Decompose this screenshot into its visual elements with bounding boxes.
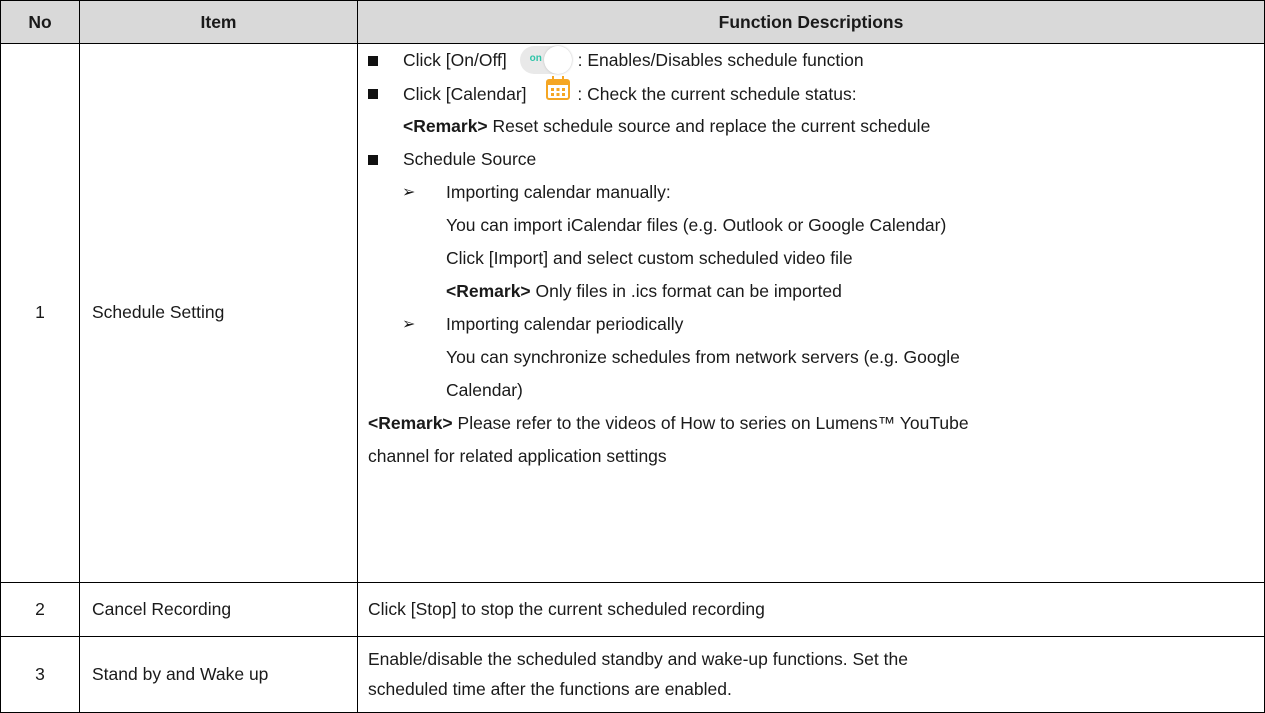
header-no: No	[0, 0, 80, 44]
calendar-icon	[545, 75, 571, 112]
toggle-knob	[543, 46, 572, 75]
row-item: Stand by and Wake up	[79, 635, 358, 713]
manual-import-label: Importing calendar manually:	[446, 182, 671, 202]
remark-text: Please refer to the videos of How to ser…	[457, 413, 969, 433]
manual-import-line-2: Click [Import] and select custom schedul…	[446, 248, 853, 268]
table-row: 1 Schedule Setting Click [On/Off] on : E…	[0, 43, 1265, 583]
onoff-line: Click [On/Off] on : Enables/Disables sch…	[358, 44, 1264, 77]
periodic-import-line-2: Calendar)	[446, 380, 523, 400]
calendar-suffix: : Check the current schedule status:	[577, 84, 857, 105]
table-row: 3 Stand by and Wake up Enable/disable th…	[0, 635, 1265, 713]
calendar-prefix: Click [Calendar]	[403, 84, 527, 105]
remark-line-3: <Remark> Please refer to the videos of H…	[358, 407, 1264, 440]
row-number: 3	[0, 635, 80, 713]
periodic-import-label: Importing calendar periodically	[446, 314, 684, 334]
remark-label: <Remark>	[368, 413, 453, 433]
toggle-switch-icon: on	[519, 46, 572, 75]
table-row: 2 Cancel Recording Click [Stop] to stop …	[0, 581, 1265, 637]
square-bullet-icon	[368, 155, 378, 165]
arrow-bullet-icon: ➢	[402, 316, 416, 333]
row-description: Enable/disable the scheduled standby and…	[357, 635, 1265, 713]
remark-text: Reset schedule source and replace the cu…	[492, 116, 931, 136]
remark-text: Only files in .ics format can be importe…	[535, 281, 842, 301]
schedule-source-line: Schedule Source	[358, 143, 1264, 176]
description-line-2: scheduled time after the functions are e…	[368, 679, 732, 700]
remark-line-1: <Remark> Reset schedule source and repla…	[358, 110, 1264, 143]
remark-line-3b: channel for related application settings	[368, 446, 667, 466]
arrow-bullet-icon: ➢	[402, 184, 416, 201]
square-bullet-icon	[368, 89, 378, 99]
square-bullet-icon	[368, 56, 378, 66]
row-number: 1	[0, 43, 80, 583]
remark-label: <Remark>	[403, 116, 488, 136]
periodic-import-title: ➢ Importing calendar periodically	[358, 308, 1264, 341]
row-description: Click [Stop] to stop the current schedul…	[357, 581, 1265, 637]
schedule-source-label: Schedule Source	[403, 149, 537, 169]
header-function-descriptions: Function Descriptions	[357, 0, 1265, 44]
manual-import-line-1: You can import iCalendar files (e.g. Out…	[446, 215, 947, 235]
header-row: No Item Function Descriptions	[0, 0, 1265, 44]
header-item: Item	[79, 0, 358, 44]
remark-line-2: <Remark> Only files in .ics format can b…	[358, 275, 1264, 308]
row-number: 2	[0, 581, 80, 637]
calendar-line: Click [Calendar]: Check the current sch…	[358, 75, 1264, 112]
periodic-import-line-1: You can synchronize schedules from netwo…	[446, 347, 960, 367]
remark-label: <Remark>	[446, 281, 531, 301]
row-item: Cancel Recording	[79, 581, 358, 637]
row-description: Click [On/Off] on : Enables/Disables sch…	[357, 43, 1265, 583]
description-line-1: Enable/disable the scheduled standby and…	[368, 649, 908, 670]
function-table: No Item Function Descriptions 1 Schedule…	[0, 0, 1265, 713]
toggle-label: on	[529, 53, 542, 65]
manual-import-title: ➢ Importing calendar manually:	[358, 176, 1264, 209]
row-item: Schedule Setting	[79, 43, 358, 583]
onoff-suffix: : Enables/Disables schedule function	[577, 50, 864, 70]
onoff-prefix: Click [On/Off]	[403, 50, 507, 70]
